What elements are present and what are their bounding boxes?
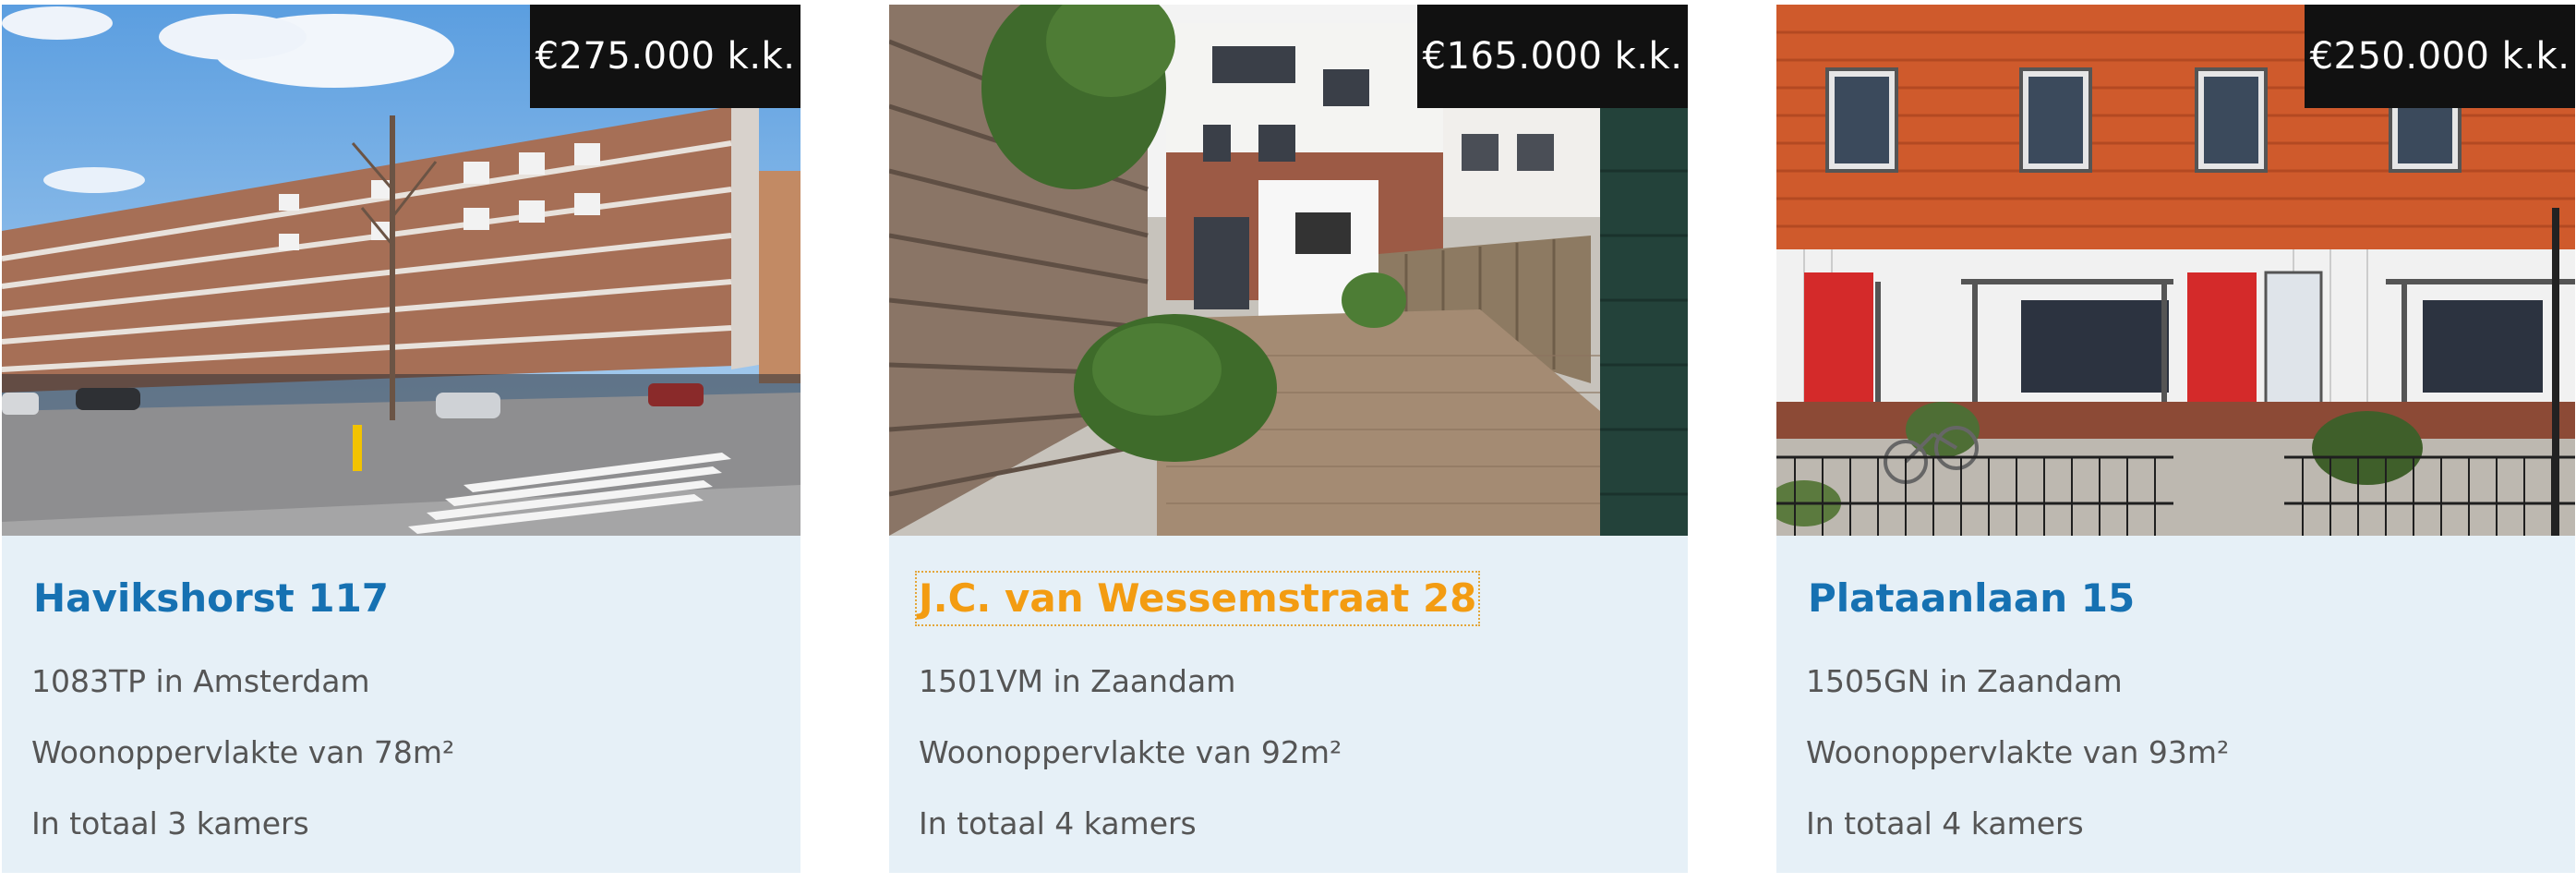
listing-title-link[interactable]: J.C. van Wessemstraat 28 — [914, 571, 1481, 626]
listing-card[interactable]: €275.000 k.k. Havikshorst 117 1083TP in … — [2, 5, 800, 873]
listing-rooms: In totaal 3 kamers — [31, 805, 309, 841]
listing-info: J.C. van Wessemstraat 28 1501VM in Zaand… — [889, 536, 1688, 873]
listing-rooms: In totaal 4 kamers — [919, 805, 1197, 841]
price-badge: €250.000 k.k. — [2305, 5, 2575, 108]
listing-title-link[interactable]: Havikshorst 117 — [31, 573, 391, 624]
listing-title-link[interactable]: Plataanlaan 15 — [1806, 573, 2137, 624]
price-badge: €275.000 k.k. — [530, 5, 800, 108]
listing-location: 1505GN in Zaandam — [1806, 663, 2123, 699]
listing-info: Plataanlaan 15 1505GN in Zaandam Woonopp… — [1776, 536, 2575, 873]
listing-card[interactable]: €250.000 k.k. Plataanlaan 15 1505GN in Z… — [1776, 5, 2575, 873]
listing-area: Woonoppervlakte van 78m² — [31, 734, 455, 770]
listing-rooms: In totaal 4 kamers — [1806, 805, 2084, 841]
listing-area: Woonoppervlakte van 92m² — [919, 734, 1342, 770]
listing-info: Havikshorst 117 1083TP in Amsterdam Woon… — [2, 536, 800, 873]
listing-location: 1501VM in Zaandam — [919, 663, 1236, 699]
listing-card[interactable]: €165.000 k.k. J.C. van Wessemstraat 28 1… — [889, 5, 1688, 873]
listing-area: Woonoppervlakte van 93m² — [1806, 734, 2230, 770]
listing-location: 1083TP in Amsterdam — [31, 663, 370, 699]
price-badge: €165.000 k.k. — [1417, 5, 1688, 108]
